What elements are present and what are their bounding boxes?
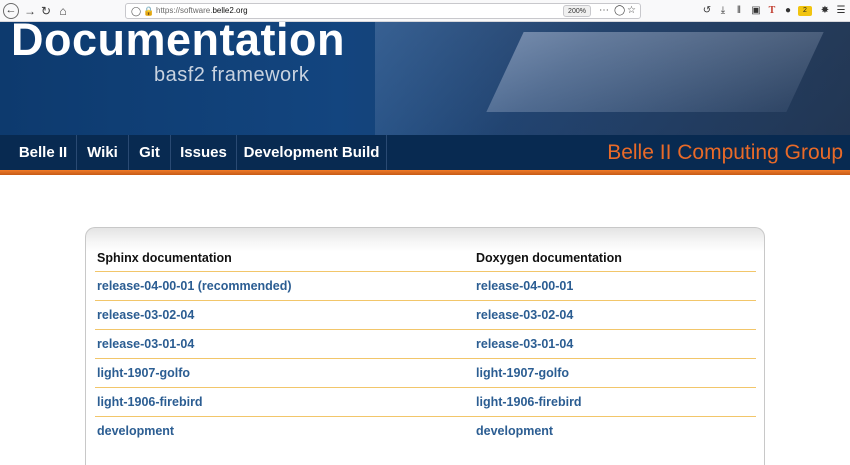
header-banner: Documentation basf2 framework xyxy=(0,22,850,135)
reload-icon[interactable]: ↻ xyxy=(38,3,54,19)
library-icon[interactable]: ‖ xyxy=(732,3,746,19)
table-row: release-03-01-04 release-03-01-04 xyxy=(95,330,756,359)
history-icon[interactable]: ↺ xyxy=(700,3,714,19)
page-subtitle: basf2 framework xyxy=(154,64,310,86)
extension-badge-icon[interactable]: 2 xyxy=(798,6,812,16)
sphinx-link[interactable]: development xyxy=(97,417,174,446)
doxygen-link[interactable]: light-1907-golfo xyxy=(476,359,569,388)
back-icon[interactable]: ← xyxy=(3,3,19,19)
url-host: belle2.org xyxy=(212,6,248,15)
table-row: release-04-00-01 (recommended) release-0… xyxy=(95,272,756,301)
address-bar[interactable]: ◯ 🔒 https://software.belle2.org 200% ⋯ ◯… xyxy=(125,3,641,19)
doxygen-link[interactable]: development xyxy=(476,417,553,446)
docs-card: Sphinx documentation Doxygen documentati… xyxy=(85,227,765,465)
lock-icon[interactable]: 🔒 xyxy=(143,4,154,18)
docs-table: Sphinx documentation Doxygen documentati… xyxy=(95,244,756,446)
accent-bar xyxy=(0,170,850,175)
shield-icon[interactable]: ◯ xyxy=(131,4,141,18)
table-row: light-1907-golfo light-1907-golfo xyxy=(95,359,756,388)
nav-item-belle2[interactable]: Belle II xyxy=(10,135,77,170)
table-row: release-03-02-04 release-03-02-04 xyxy=(95,301,756,330)
sphinx-link[interactable]: release-03-01-04 xyxy=(97,330,194,359)
download-icon[interactable]: ⤓ xyxy=(716,3,730,19)
account-icon[interactable]: ● xyxy=(781,3,795,19)
reader-icon[interactable]: ▣ xyxy=(749,3,763,19)
computing-group-label: Belle II Computing Group xyxy=(607,141,843,164)
nav-item-issues[interactable]: Issues xyxy=(171,135,237,170)
doxygen-link[interactable]: release-03-01-04 xyxy=(476,330,573,359)
nav-item-wiki[interactable]: Wiki xyxy=(77,135,129,170)
t-extension-icon[interactable]: T xyxy=(765,3,779,19)
doxygen-link[interactable]: light-1906-firebird xyxy=(476,388,582,417)
column-header-sphinx: Sphinx documentation xyxy=(97,251,232,265)
url-prefix: https://software. xyxy=(156,6,213,15)
sphinx-link[interactable]: light-1907-golfo xyxy=(97,359,190,388)
column-header-doxygen: Doxygen documentation xyxy=(476,251,622,265)
table-row: light-1906-firebird light-1906-firebird xyxy=(95,388,756,417)
zoom-level-badge[interactable]: 200% xyxy=(563,5,591,17)
main-nav: Belle II Wiki Git Issues Development Bui… xyxy=(0,135,850,170)
table-header-row: Sphinx documentation Doxygen documentati… xyxy=(95,244,756,272)
sphinx-link[interactable]: light-1906-firebird xyxy=(97,388,203,417)
banner-artwork xyxy=(375,22,850,135)
more-icon[interactable]: ⋯ xyxy=(599,4,609,18)
sphinx-link[interactable]: release-04-00-01 (recommended) xyxy=(97,272,292,301)
doxygen-link[interactable]: release-04-00-01 xyxy=(476,272,573,301)
nav-item-development-build[interactable]: Development Build xyxy=(237,135,387,170)
bookmark-star-icon[interactable]: ☆ xyxy=(627,4,636,18)
doxygen-link[interactable]: release-03-02-04 xyxy=(476,301,573,330)
url-text[interactable]: https://software.belle2.org xyxy=(156,4,248,18)
table-row: development development xyxy=(95,417,756,446)
pocket-icon[interactable]: ◯ xyxy=(614,4,625,18)
nav-item-git[interactable]: Git xyxy=(129,135,171,170)
page-title: Documentation xyxy=(11,22,346,65)
home-icon[interactable]: ⌂ xyxy=(55,3,71,19)
menu-icon[interactable]: ☰ xyxy=(834,3,848,19)
forward-icon[interactable]: → xyxy=(22,3,38,19)
sphinx-link[interactable]: release-03-02-04 xyxy=(97,301,194,330)
puzzle-icon[interactable]: ✸ xyxy=(818,3,832,19)
browser-toolbar: ← → ↻ ⌂ ◯ 🔒 https://software.belle2.org … xyxy=(0,0,850,22)
